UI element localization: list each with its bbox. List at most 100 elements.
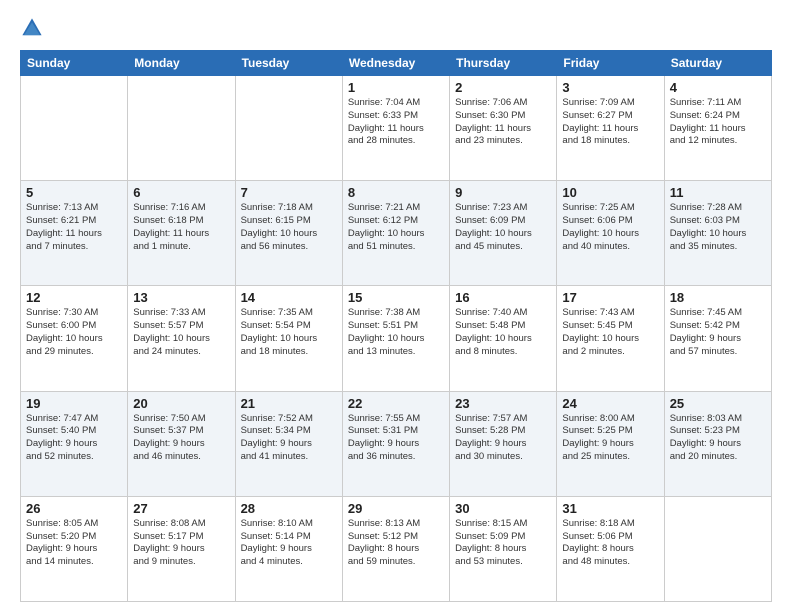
day-number: 8: [348, 185, 444, 200]
day-info: Sunrise: 7:11 AM Sunset: 6:24 PM Dayligh…: [670, 97, 766, 148]
day-number: 24: [562, 396, 658, 411]
day-number: 16: [455, 290, 551, 305]
calendar-table: SundayMondayTuesdayWednesdayThursdayFrid…: [20, 50, 772, 602]
day-info: Sunrise: 7:21 AM Sunset: 6:12 PM Dayligh…: [348, 202, 444, 253]
day-number: 1: [348, 80, 444, 95]
calendar-cell: 31 Sunrise: 8:18 AM Sunset: 5:06 PM Dayli…: [557, 496, 664, 601]
day-number: 11: [670, 185, 766, 200]
day-number: 26: [26, 501, 122, 516]
day-number: 20: [133, 396, 229, 411]
day-info: Sunrise: 7:04 AM Sunset: 6:33 PM Dayligh…: [348, 97, 444, 148]
day-info: Sunrise: 7:30 AM Sunset: 6:00 PM Dayligh…: [26, 307, 122, 358]
day-number: 9: [455, 185, 551, 200]
calendar-cell: 29 Sunrise: 8:13 AM Sunset: 5:12 PM Dayli…: [342, 496, 449, 601]
day-info: Sunrise: 7:45 AM Sunset: 5:42 PM Dayligh…: [670, 307, 766, 358]
calendar-week-2: 5 Sunrise: 7:13 AM Sunset: 6:21 PM Daylig…: [21, 181, 772, 286]
day-number: 27: [133, 501, 229, 516]
day-number: 15: [348, 290, 444, 305]
day-info: Sunrise: 7:47 AM Sunset: 5:40 PM Dayligh…: [26, 413, 122, 464]
day-info: Sunrise: 8:18 AM Sunset: 5:06 PM Dayligh…: [562, 518, 658, 569]
day-number: 19: [26, 396, 122, 411]
day-number: 7: [241, 185, 337, 200]
calendar-week-4: 19 Sunrise: 7:47 AM Sunset: 5:40 PM Dayli…: [21, 391, 772, 496]
calendar-cell: [235, 76, 342, 181]
day-number: 12: [26, 290, 122, 305]
day-info: Sunrise: 8:00 AM Sunset: 5:25 PM Dayligh…: [562, 413, 658, 464]
day-info: Sunrise: 7:18 AM Sunset: 6:15 PM Dayligh…: [241, 202, 337, 253]
day-number: 17: [562, 290, 658, 305]
day-number: 23: [455, 396, 551, 411]
day-info: Sunrise: 7:35 AM Sunset: 5:54 PM Dayligh…: [241, 307, 337, 358]
day-info: Sunrise: 7:13 AM Sunset: 6:21 PM Dayligh…: [26, 202, 122, 253]
day-number: 13: [133, 290, 229, 305]
calendar-cell: 16 Sunrise: 7:40 AM Sunset: 5:48 PM Dayli…: [450, 286, 557, 391]
calendar-cell: 19 Sunrise: 7:47 AM Sunset: 5:40 PM Dayli…: [21, 391, 128, 496]
day-number: 29: [348, 501, 444, 516]
day-info: Sunrise: 7:16 AM Sunset: 6:18 PM Dayligh…: [133, 202, 229, 253]
day-info: Sunrise: 7:50 AM Sunset: 5:37 PM Dayligh…: [133, 413, 229, 464]
day-info: Sunrise: 7:38 AM Sunset: 5:51 PM Dayligh…: [348, 307, 444, 358]
calendar-cell: 7 Sunrise: 7:18 AM Sunset: 6:15 PM Daylig…: [235, 181, 342, 286]
day-info: Sunrise: 7:23 AM Sunset: 6:09 PM Dayligh…: [455, 202, 551, 253]
calendar-week-1: 1 Sunrise: 7:04 AM Sunset: 6:33 PM Daylig…: [21, 76, 772, 181]
calendar-cell: 5 Sunrise: 7:13 AM Sunset: 6:21 PM Daylig…: [21, 181, 128, 286]
calendar-cell: 17 Sunrise: 7:43 AM Sunset: 5:45 PM Dayli…: [557, 286, 664, 391]
day-info: Sunrise: 7:25 AM Sunset: 6:06 PM Dayligh…: [562, 202, 658, 253]
calendar-week-3: 12 Sunrise: 7:30 AM Sunset: 6:00 PM Dayli…: [21, 286, 772, 391]
day-number: 6: [133, 185, 229, 200]
day-info: Sunrise: 7:43 AM Sunset: 5:45 PM Dayligh…: [562, 307, 658, 358]
day-info: Sunrise: 8:05 AM Sunset: 5:20 PM Dayligh…: [26, 518, 122, 569]
calendar-header-wednesday: Wednesday: [342, 51, 449, 76]
calendar-header-sunday: Sunday: [21, 51, 128, 76]
calendar-cell: 30Sunrise: 8:15 AM Sunset: 5:09 PM Dayli…: [450, 496, 557, 601]
day-info: Sunrise: 7:33 AM Sunset: 5:57 PM Dayligh…: [133, 307, 229, 358]
calendar-cell: 27Sunrise: 8:08 AM Sunset: 5:17 PM Dayli…: [128, 496, 235, 601]
calendar-week-5: 26 Sunrise: 8:05 AM Sunset: 5:20 PM Dayli…: [21, 496, 772, 601]
calendar-cell: 11 Sunrise: 7:28 AM Sunset: 6:03 PM Dayli…: [664, 181, 771, 286]
day-info: Sunrise: 7:57 AM Sunset: 5:28 PM Dayligh…: [455, 413, 551, 464]
day-number: 2: [455, 80, 551, 95]
logo: [20, 16, 48, 40]
day-info: Sunrise: 7:55 AM Sunset: 5:31 PM Dayligh…: [348, 413, 444, 464]
day-number: 3: [562, 80, 658, 95]
calendar-cell: 4 Sunrise: 7:11 AM Sunset: 6:24 PM Daylig…: [664, 76, 771, 181]
calendar-header-row: SundayMondayTuesdayWednesdayThursdayFrid…: [21, 51, 772, 76]
day-info: Sunrise: 7:40 AM Sunset: 5:48 PM Dayligh…: [455, 307, 551, 358]
day-info: Sunrise: 8:13 AM Sunset: 5:12 PM Dayligh…: [348, 518, 444, 569]
calendar-cell: [21, 76, 128, 181]
calendar-cell: 26 Sunrise: 8:05 AM Sunset: 5:20 PM Dayli…: [21, 496, 128, 601]
day-number: 28: [241, 501, 337, 516]
calendar-header-thursday: Thursday: [450, 51, 557, 76]
day-info: Sunrise: 8:10 AM Sunset: 5:14 PM Dayligh…: [241, 518, 337, 569]
calendar-header-friday: Friday: [557, 51, 664, 76]
calendar-header-monday: Monday: [128, 51, 235, 76]
day-number: 10: [562, 185, 658, 200]
day-number: 4: [670, 80, 766, 95]
calendar-cell: 20 Sunrise: 7:50 AM Sunset: 5:37 PM Dayli…: [128, 391, 235, 496]
calendar-cell: 18Sunrise: 7:45 AM Sunset: 5:42 PM Dayli…: [664, 286, 771, 391]
day-info: Sunrise: 7:28 AM Sunset: 6:03 PM Dayligh…: [670, 202, 766, 253]
day-number: 31: [562, 501, 658, 516]
calendar-cell: 12 Sunrise: 7:30 AM Sunset: 6:00 PM Dayli…: [21, 286, 128, 391]
calendar-cell: 3Sunrise: 7:09 AM Sunset: 6:27 PM Daylig…: [557, 76, 664, 181]
calendar-cell: 28 Sunrise: 8:10 AM Sunset: 5:14 PM Dayli…: [235, 496, 342, 601]
page: SundayMondayTuesdayWednesdayThursdayFrid…: [0, 0, 792, 612]
calendar-cell: 8 Sunrise: 7:21 AM Sunset: 6:12 PM Daylig…: [342, 181, 449, 286]
calendar-header-tuesday: Tuesday: [235, 51, 342, 76]
calendar-cell: 15 Sunrise: 7:38 AM Sunset: 5:51 PM Dayli…: [342, 286, 449, 391]
day-number: 22: [348, 396, 444, 411]
calendar-cell: [664, 496, 771, 601]
day-info: Sunrise: 7:52 AM Sunset: 5:34 PM Dayligh…: [241, 413, 337, 464]
calendar-cell: 2 Sunrise: 7:06 AM Sunset: 6:30 PM Daylig…: [450, 76, 557, 181]
day-number: 25: [670, 396, 766, 411]
header: [20, 16, 772, 40]
day-info: Sunrise: 7:06 AM Sunset: 6:30 PM Dayligh…: [455, 97, 551, 148]
day-number: 14: [241, 290, 337, 305]
calendar-cell: 23 Sunrise: 7:57 AM Sunset: 5:28 PM Dayli…: [450, 391, 557, 496]
day-number: 30: [455, 501, 551, 516]
calendar-cell: 25 Sunrise: 8:03 AM Sunset: 5:23 PM Dayli…: [664, 391, 771, 496]
day-info: Sunrise: 8:03 AM Sunset: 5:23 PM Dayligh…: [670, 413, 766, 464]
calendar-cell: 13 Sunrise: 7:33 AM Sunset: 5:57 PM Dayli…: [128, 286, 235, 391]
calendar-cell: 22 Sunrise: 7:55 AM Sunset: 5:31 PM Dayli…: [342, 391, 449, 496]
day-number: 5: [26, 185, 122, 200]
